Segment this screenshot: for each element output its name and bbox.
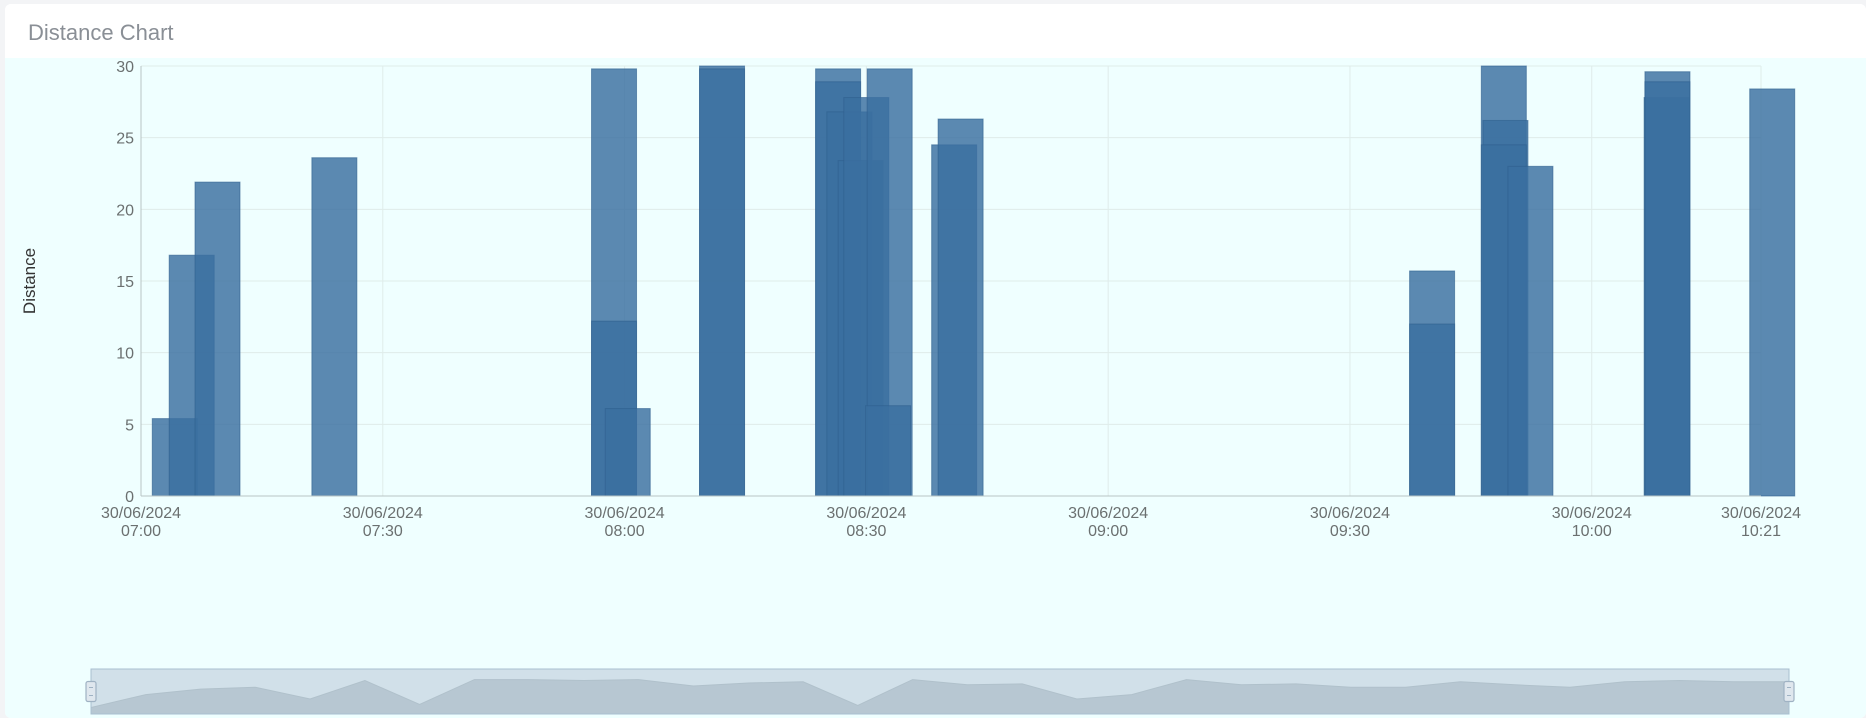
- y-tick-label: 10: [116, 346, 134, 363]
- x-tick-date-label: 30/06/2024: [343, 505, 423, 522]
- x-tick-time-label: 08:00: [605, 523, 645, 540]
- x-tick-date-label: 30/06/2024: [1552, 505, 1632, 522]
- y-tick-label: 15: [116, 274, 134, 291]
- x-tick-time-label: 10:21: [1741, 523, 1781, 540]
- y-tick-label: 5: [125, 417, 134, 434]
- bar[interactable]: [937, 118, 984, 497]
- x-tick-time-label: 08:30: [846, 523, 886, 540]
- bar[interactable]: [604, 408, 651, 497]
- bar[interactable]: [1749, 88, 1796, 497]
- x-tick-date-label: 30/06/2024: [1721, 505, 1801, 522]
- x-tick-date-label: 30/06/2024: [585, 505, 665, 522]
- x-tick-time-label: 09:00: [1088, 523, 1128, 540]
- x-tick-date-label: 30/06/2024: [1068, 505, 1148, 522]
- x-tick-time-label: 07:00: [121, 523, 161, 540]
- y-tick-label: 25: [116, 131, 134, 148]
- bar[interactable]: [1409, 323, 1456, 497]
- chart-area: 0 5 10 15 20 25 30 30/06/2024 07:00 30/06/2024 07:…: [5, 58, 1866, 718]
- bar[interactable]: [194, 181, 241, 497]
- zoom-handle-grip[interactable]: [1783, 680, 1795, 703]
- card-header: Distance Chart: [5, 4, 1866, 58]
- bar[interactable]: [865, 405, 912, 497]
- zoom-slider-left-handle[interactable]: [85, 680, 97, 703]
- x-tick-time-label: 09:30: [1330, 523, 1370, 540]
- card-title: Distance Chart: [28, 20, 174, 45]
- zoom-handle-grip[interactable]: [85, 680, 97, 703]
- zoom-slider[interactable]: [85, 668, 1795, 715]
- y-axis-label: Distance: [20, 248, 39, 314]
- bar[interactable]: [311, 157, 358, 497]
- bar[interactable]: [1507, 165, 1554, 497]
- x-tick-time-label: 10:00: [1572, 523, 1612, 540]
- x-tick-date-label: 30/06/2024: [826, 505, 906, 522]
- y-tick-label: 20: [116, 202, 134, 219]
- bar[interactable]: [1644, 81, 1691, 497]
- x-tick-date-label: 30/06/2024: [101, 505, 181, 522]
- zoom-slider-selected-range[interactable]: [90, 668, 1790, 715]
- x-tick-time-label: 07:30: [363, 523, 403, 540]
- y-tick-label: 0: [125, 489, 134, 506]
- bar[interactable]: [699, 68, 746, 497]
- distance-bar-chart: 05101520253030/06/202407:0030/06/202407:…: [20, 59, 1801, 715]
- x-tick-date-label: 30/06/2024: [1310, 505, 1390, 522]
- zoom-slider-right-handle[interactable]: [1783, 680, 1795, 703]
- y-tick-label: 30: [116, 59, 134, 76]
- distance-chart-card: Distance Chart 0 5 10 15 20 25 30 30/06/2024 07:…: [5, 4, 1866, 718]
